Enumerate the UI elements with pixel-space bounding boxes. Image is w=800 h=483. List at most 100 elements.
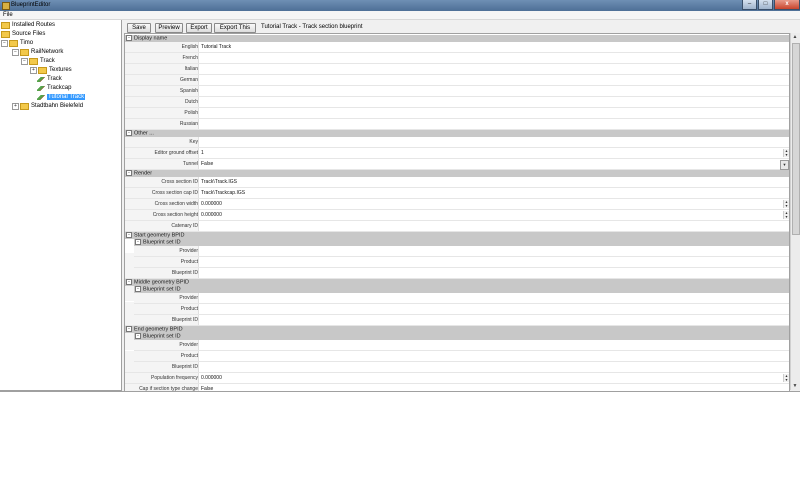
- property-grid-scrollbar[interactable]: ▲ ▼: [790, 33, 800, 390]
- save-button[interactable]: Save: [127, 23, 151, 33]
- property-row[interactable]: Polish: [125, 108, 789, 119]
- property-label: Product: [134, 257, 199, 267]
- property-row[interactable]: Provider: [134, 246, 789, 257]
- tree-node-timo[interactable]: − Timo: [1, 39, 33, 47]
- expand-icon[interactable]: +: [12, 102, 19, 110]
- property-label: Cross section width: [125, 199, 199, 209]
- tree-node-textures[interactable]: + Textures: [30, 66, 72, 74]
- tree-node-trackcap[interactable]: Trackcap: [37, 84, 71, 92]
- property-row[interactable]: Russian: [125, 119, 789, 130]
- property-row[interactable]: Product: [134, 257, 789, 268]
- property-row[interactable]: Product: [134, 304, 789, 315]
- scroll-up-icon[interactable]: ▲: [792, 33, 798, 41]
- collapse-icon[interactable]: −: [126, 170, 132, 176]
- property-row[interactable]: Blueprint ID: [125, 315, 789, 326]
- property-row[interactable]: Key: [125, 137, 789, 148]
- property-label: Product: [134, 351, 199, 361]
- property-row[interactable]: Dutch: [125, 97, 789, 108]
- minimize-button[interactable]: –: [742, 0, 757, 10]
- property-value[interactable]: 0.000000: [201, 199, 222, 209]
- property-row[interactable]: Product: [134, 351, 789, 362]
- expand-icon[interactable]: +: [30, 66, 37, 74]
- property-row[interactable]: Cross section height 0.000000 ▲ ▼: [125, 210, 789, 221]
- dropdown-arrow-icon[interactable]: ▼: [780, 160, 789, 170]
- property-row[interactable]: English Tutorial Track: [125, 42, 789, 53]
- maximize-button[interactable]: □: [758, 0, 773, 10]
- tree-node-stadtbahn-bielefeld[interactable]: + Stadtbahn Bielefeld: [12, 102, 83, 110]
- property-row[interactable]: Blueprint ID: [125, 362, 789, 373]
- export-this-button[interactable]: Export This: [214, 23, 256, 33]
- export-button[interactable]: Export: [186, 23, 212, 33]
- category-blueprint-set-id[interactable]: − Blueprint set ID: [134, 286, 789, 293]
- category-blueprint-set-id[interactable]: − Blueprint set ID: [134, 239, 789, 246]
- collapse-icon[interactable]: −: [126, 130, 132, 136]
- collapse-icon[interactable]: −: [126, 279, 132, 285]
- tree-node-label: Tutorial Track: [47, 94, 86, 100]
- property-row[interactable]: Provider: [134, 340, 789, 351]
- property-row[interactable]: French: [125, 53, 789, 64]
- spinner-icon[interactable]: ▲ ▼: [783, 211, 789, 219]
- property-row[interactable]: Catenary ID: [125, 221, 789, 232]
- property-row[interactable]: Cross section ID Track\Track.IGS: [125, 177, 789, 188]
- preview-panel: [0, 391, 800, 483]
- tree-node-source-files[interactable]: Source Files: [1, 30, 45, 38]
- property-value[interactable]: 1: [201, 148, 204, 158]
- tree-node-track[interactable]: Track: [37, 75, 62, 83]
- property-row[interactable]: Provider: [134, 293, 789, 304]
- spinner-icon[interactable]: ▲ ▼: [783, 200, 789, 208]
- close-button[interactable]: x: [774, 0, 800, 10]
- scroll-down-icon[interactable]: ▼: [792, 382, 798, 390]
- collapse-icon[interactable]: −: [126, 326, 132, 332]
- collapse-icon[interactable]: −: [135, 333, 141, 339]
- property-row[interactable]: Spanish: [125, 86, 789, 97]
- property-row[interactable]: German: [125, 75, 789, 86]
- property-value[interactable]: Track\Track.IGS: [201, 177, 237, 187]
- category-label: End geometry BPID: [134, 326, 183, 333]
- property-row[interactable]: Editor ground offset 1 ▲ ▼: [125, 148, 789, 159]
- collapse-icon[interactable]: −: [135, 239, 141, 245]
- category-label: Blueprint set ID: [143, 333, 181, 340]
- app-icon: [2, 2, 10, 10]
- editor-pane: Save Preview Export Export This Tutorial…: [122, 20, 800, 392]
- category-other[interactable]: − Other ...: [125, 130, 789, 137]
- category-render[interactable]: − Render: [125, 170, 789, 177]
- property-label: Dutch: [125, 97, 199, 107]
- category-end-geometry[interactable]: − End geometry BPID: [125, 326, 789, 333]
- property-label: Blueprint ID: [125, 315, 199, 325]
- scrollbar-thumb[interactable]: [792, 43, 800, 235]
- property-value[interactable]: Track\Trackcap.IGS: [201, 188, 245, 198]
- collapse-icon[interactable]: −: [126, 35, 132, 41]
- property-row[interactable]: Italian: [125, 64, 789, 75]
- collapse-icon[interactable]: −: [135, 286, 141, 292]
- collapse-icon[interactable]: −: [126, 232, 132, 238]
- category-start-geometry[interactable]: − Start geometry BPID: [125, 232, 789, 239]
- tree-node-installed-routes[interactable]: Installed Routes: [1, 21, 55, 29]
- tree-node-railnetwork[interactable]: − RailNetwork: [12, 48, 63, 56]
- collapse-icon[interactable]: −: [21, 57, 28, 65]
- tree-node-track-folder[interactable]: − Track: [21, 57, 55, 65]
- property-value[interactable]: Tutorial Track: [201, 42, 231, 52]
- blueprint-tree[interactable]: Installed Routes Source Files − Timo − Rai…: [0, 20, 122, 391]
- spinner-icon[interactable]: ▲ ▼: [783, 149, 789, 157]
- property-row[interactable]: Cross section width 0.000000 ▲ ▼: [125, 199, 789, 210]
- collapse-icon[interactable]: −: [1, 39, 8, 47]
- property-label: Provider: [134, 340, 199, 350]
- spinner-icon[interactable]: ▲ ▼: [783, 374, 789, 382]
- property-row[interactable]: Cross section cap ID Track\Trackcap.IGS: [125, 188, 789, 199]
- property-row[interactable]: Tunnel False ▼: [125, 159, 789, 170]
- collapse-icon[interactable]: −: [12, 48, 19, 56]
- menu-file[interactable]: File: [3, 11, 13, 19]
- property-value[interactable]: 0.000000: [201, 373, 222, 383]
- tree-node-label: Stadtbahn Bielefeld: [31, 103, 84, 109]
- property-value[interactable]: 0.000000: [201, 210, 222, 220]
- tree-node-tutorial-track[interactable]: Tutorial Track: [37, 93, 86, 101]
- category-middle-geometry[interactable]: − Middle geometry BPID: [125, 279, 789, 286]
- category-blueprint-set-id[interactable]: − Blueprint set ID: [134, 333, 789, 340]
- category-display-name[interactable]: − Display name: [125, 35, 789, 42]
- property-row[interactable]: Blueprint ID: [125, 268, 789, 279]
- property-row[interactable]: Population frequency 0.000000 ▲ ▼: [125, 373, 789, 384]
- property-grid[interactable]: − Display name English Tutorial Track Fren…: [124, 33, 790, 392]
- tree-node-label: Textures: [49, 67, 72, 73]
- preview-button[interactable]: Preview: [155, 23, 183, 33]
- property-value[interactable]: False: [201, 159, 213, 169]
